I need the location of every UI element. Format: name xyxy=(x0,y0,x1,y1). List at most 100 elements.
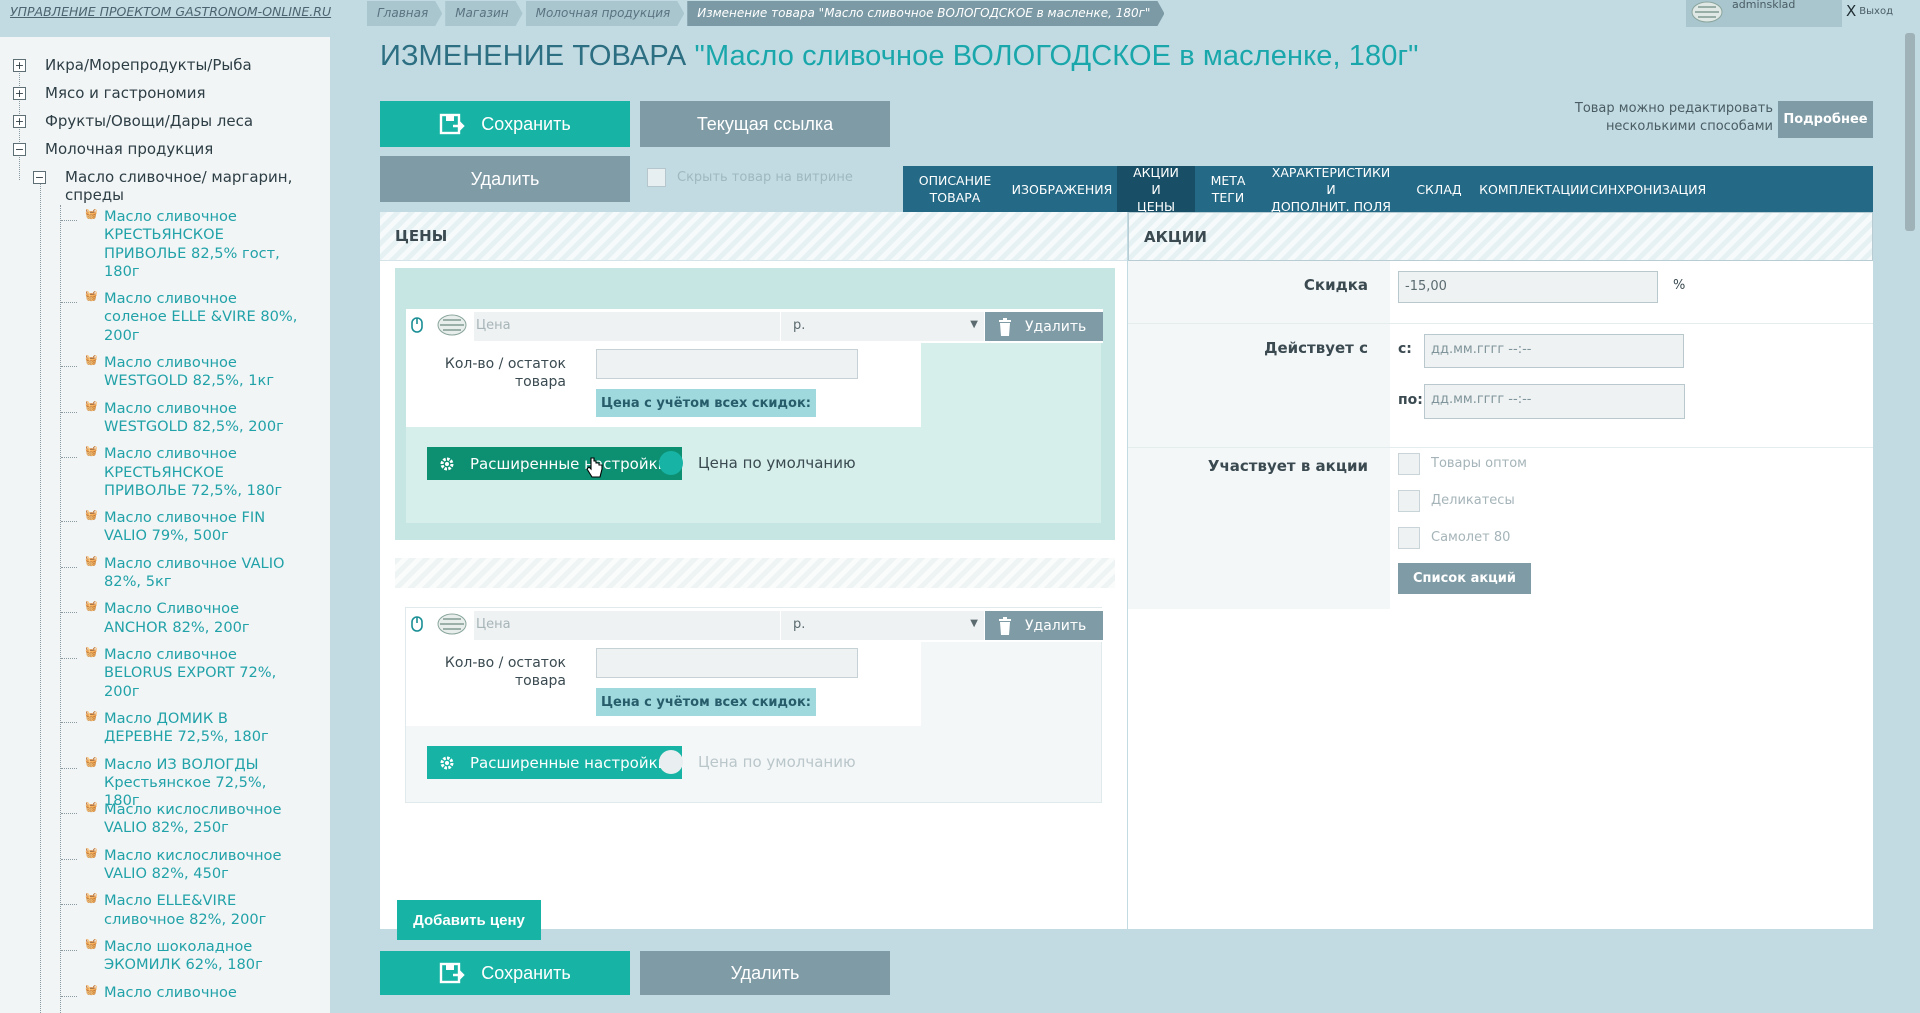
collapse-icon[interactable]: − xyxy=(13,143,26,156)
tree-product[interactable]: Масло сливочное xyxy=(104,984,304,1002)
currency-select[interactable]: р. ▼ xyxy=(781,611,984,640)
add-price-button[interactable]: Добавить цену xyxy=(397,900,541,940)
product-line: VALIO 79%, 500г xyxy=(104,527,229,545)
advanced-settings-button[interactable]: Расширенные настройки xyxy=(427,746,682,779)
discount-input[interactable]: -15,00 xyxy=(1398,271,1658,303)
promo-checkbox[interactable] xyxy=(1398,527,1420,549)
tree-product[interactable]: Масло кислосливочное VALIO 82%, 250г xyxy=(104,801,304,838)
tree-guide xyxy=(61,220,77,221)
tab-3[interactable]: МЕТА ТЕГИ xyxy=(1195,166,1261,212)
bottom-delete-button[interactable]: Удалить xyxy=(640,951,890,995)
vertical-scrollbar[interactable] xyxy=(1901,27,1917,1013)
tree-product[interactable]: Масло сливочное КРЕСТЬЯНСКОЕ ПРИВОЛЬЕ 82,5… xyxy=(104,208,304,281)
hide-product-label: Скрыть товар на витрине xyxy=(677,170,853,185)
tree-product[interactable]: Масло ДОМИК В ДЕРЕВНЕ 72,5%, 180г xyxy=(104,710,304,747)
product-line: Масло сливочное xyxy=(104,290,237,308)
price-block: Цена р.▼ Удалить ▲▼ Кол-во / остатоктова… xyxy=(395,607,1115,825)
tree-subcategory[interactable]: Масло сливочное/ маргарин, спреды xyxy=(65,168,292,204)
brand-link[interactable]: УПРАВЛЕНИЕ ПРОЕКТОМ GASTRONOM-ONLINE.RU xyxy=(10,4,331,19)
to-label: по: xyxy=(1398,392,1423,408)
tab-5[interactable]: СКЛАД xyxy=(1401,166,1477,212)
default-price-radio[interactable] xyxy=(659,750,683,774)
tree-product[interactable]: Масло ELLE&VIRE сливочное 82%, 200г xyxy=(104,892,304,929)
basket-icon: 🧺 xyxy=(85,802,98,814)
tab-label: СКЛАД xyxy=(1416,181,1461,198)
scrollbar-thumb[interactable] xyxy=(1905,33,1915,231)
drag-handle-icon[interactable] xyxy=(409,316,425,334)
drag-handle-icon[interactable] xyxy=(409,615,425,633)
tree-category[interactable]: Икра/Морепродукты/Рыба xyxy=(45,56,252,74)
tree-category[interactable]: Фрукты/Овощи/Дары леса xyxy=(45,112,253,130)
tree-product[interactable]: Масло сливочное VALIO 82%, 5кг xyxy=(104,555,304,592)
tab-7[interactable]: СИНХРОНИЗАЦИЯ xyxy=(1590,166,1706,212)
tab-label-line: ТЕГИ xyxy=(1211,190,1245,205)
delete-price-button[interactable]: Удалить xyxy=(985,312,1103,341)
breadcrumb-category[interactable]: Молочная продукция xyxy=(526,1,685,26)
discount-unit: % xyxy=(1673,278,1686,293)
tab-2[interactable]: АКЦИИ И ЦЕНЫ xyxy=(1117,165,1195,214)
basket-icon: 🧺 xyxy=(85,601,98,613)
cursor-icon xyxy=(586,457,603,478)
user-name: adminsklad xyxy=(1732,0,1796,11)
promo-checkbox[interactable] xyxy=(1398,453,1420,475)
expand-icon[interactable]: + xyxy=(13,59,26,72)
price-input[interactable]: Цена xyxy=(474,312,780,341)
tree-product[interactable]: Масло сливочное КРЕСТЬЯНСКОЕ ПРИВОЛЬЕ 72,5… xyxy=(104,445,304,500)
expand-icon[interactable]: + xyxy=(13,87,26,100)
more-button[interactable]: Подробнее xyxy=(1778,101,1873,138)
breadcrumb-shop[interactable]: Магазин xyxy=(445,1,522,26)
tree-product[interactable]: Масло сливочное соленое ELLE &VIRE 80%, 20… xyxy=(104,290,304,345)
product-line: соленое ELLE &VIRE 80%, xyxy=(104,308,298,326)
tab-1[interactable]: ИЗОБРАЖЕНИЯ xyxy=(1007,166,1117,212)
tree-product[interactable]: Масло сливочное WESTGOLD 82,5%, 1кг xyxy=(104,354,304,391)
tree-product[interactable]: Масло Сливочное ANCHOR 82%, 200г xyxy=(104,600,304,637)
basket-icon: 🧺 xyxy=(85,555,98,567)
current-link-button[interactable]: Текущая ссылка xyxy=(640,101,890,147)
default-price-radio[interactable] xyxy=(659,451,683,475)
tree-guide xyxy=(61,612,77,614)
breadcrumb-home[interactable]: Главная xyxy=(367,1,442,26)
tree-product[interactable]: Масло кислосливочное VALIO 82%, 450г xyxy=(104,847,304,884)
tree-category-active[interactable]: Молочная продукция xyxy=(45,140,213,158)
main-content: ИЗМЕНЕНИЕ ТОВАРА "Масло сливочное ВОЛОГО… xyxy=(380,37,1873,1013)
tab-label: МЕТА ТЕГИ xyxy=(1211,172,1246,206)
advanced-settings-button[interactable]: Расширенные настройки xyxy=(427,447,682,480)
tab-label: СИНХРОНИЗАЦИЯ xyxy=(1590,181,1706,198)
promo-checkbox[interactable] xyxy=(1398,490,1420,512)
discounted-price-button[interactable]: Цена с учётом всех скидок: xyxy=(596,389,816,417)
qty-input[interactable] xyxy=(596,349,858,379)
qty-input[interactable] xyxy=(596,648,858,678)
product-line: Масло сливочное xyxy=(104,354,237,372)
tab-6[interactable]: КОМПЛЕКТАЦИИ xyxy=(1477,166,1591,212)
logout-button[interactable]: X Выход xyxy=(1846,2,1893,20)
product-line: Масло Сливочное xyxy=(104,600,240,618)
price-input[interactable]: Цена xyxy=(474,611,780,640)
promo-label: Самолет 80 xyxy=(1431,530,1511,545)
tree-product[interactable]: Масло сливочное FIN VALIO 79%, 500г xyxy=(104,509,304,546)
dropdown-arrow-icon: ▼ xyxy=(970,618,978,629)
discounted-price-button[interactable]: Цена с учётом всех скидок: xyxy=(596,688,816,716)
tree-product[interactable]: Масло шоколадное ЭКОМИЛК 62%, 180г xyxy=(104,938,304,975)
basket-icon: 🧺 xyxy=(85,647,98,658)
tree-product[interactable]: Масло сливочное BELORUS EXPORT 72%, 200г xyxy=(104,646,304,701)
date-to-input[interactable]: дд.мм.гггг --:-- xyxy=(1424,384,1685,419)
tab-label-line: СИНХРОНИЗАЦИЯ xyxy=(1589,181,1707,197)
bottom-save-button[interactable]: Сохранить xyxy=(380,951,630,995)
currency-select[interactable]: р. ▼ xyxy=(781,312,984,341)
basket-icon: 🧺 xyxy=(85,984,98,996)
collapse-icon[interactable]: − xyxy=(33,171,46,184)
tab-0[interactable]: ОПИСАНИЕ ТОВАРА xyxy=(903,166,1007,212)
tree-guide xyxy=(61,995,77,997)
expand-icon[interactable]: + xyxy=(13,115,26,128)
delete-button[interactable]: Удалить xyxy=(380,156,630,202)
user-badge[interactable]: adminsklad xyxy=(1686,0,1842,27)
tab-4[interactable]: ХАРАКТЕРИСТИКИ И ДОПОЛНИТ. ПОЛЯ xyxy=(1261,165,1401,214)
tree-product[interactable]: Масло сливочное WESTGOLD 82,5%, 200г xyxy=(104,400,304,437)
tree-category[interactable]: Мясо и гастрономия xyxy=(45,84,206,102)
delete-price-button[interactable]: Удалить xyxy=(985,611,1103,640)
promo-list-button[interactable]: Список акций xyxy=(1398,563,1531,594)
avatar xyxy=(1691,1,1723,23)
date-from-input[interactable]: дд.мм.гггг --:-- xyxy=(1424,334,1684,368)
hide-product-checkbox[interactable] xyxy=(647,168,666,187)
save-button[interactable]: Сохранить xyxy=(380,101,630,147)
